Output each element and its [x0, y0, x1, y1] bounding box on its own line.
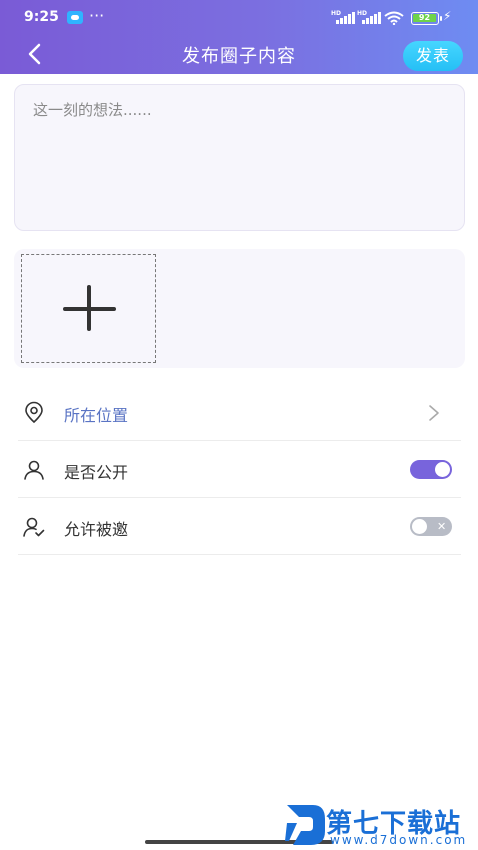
- location-label: 所在位置: [64, 406, 129, 425]
- public-toggle[interactable]: [410, 460, 452, 479]
- plus-icon-vertical: [87, 285, 91, 331]
- public-row: 是否公开: [18, 441, 461, 498]
- watermark: 第七下载站 www.d7down.com: [283, 801, 478, 850]
- add-photo-button[interactable]: [21, 254, 156, 363]
- toggle-knob: [435, 462, 450, 477]
- public-label: 是否公开: [64, 463, 129, 482]
- media-picker: [14, 249, 465, 368]
- wifi-icon: [384, 11, 404, 25]
- nav-bar: 发布圈子内容 发表: [0, 36, 478, 72]
- battery-icon: 92: [411, 12, 442, 25]
- user-check-icon: [23, 517, 45, 537]
- watermark-url: www.d7down.com: [330, 833, 468, 847]
- status-bar: 9:25 ··· HD HD 92 ⚡: [0, 6, 478, 30]
- post-content-box: [14, 84, 465, 231]
- close-icon: ✕: [437, 520, 447, 533]
- more-notifications: ···: [89, 6, 105, 25]
- chevron-right-icon[interactable]: [427, 403, 441, 423]
- status-time: 9:25: [24, 9, 59, 25]
- header-bar: 9:25 ··· HD HD 92 ⚡ 发布圈子内容 发表: [0, 0, 478, 74]
- publish-button[interactable]: 发表: [403, 41, 463, 71]
- invite-label: 允许被邀: [64, 520, 129, 539]
- invite-row: 允许被邀 ✕: [18, 498, 461, 555]
- user-icon: [24, 460, 44, 480]
- post-content-input[interactable]: [15, 85, 464, 230]
- battery-level: 92: [413, 14, 436, 22]
- location-pin-icon: [25, 401, 43, 424]
- invite-toggle[interactable]: ✕: [410, 517, 452, 536]
- location-row[interactable]: 所在位置: [18, 384, 461, 441]
- d7-logo-icon: [285, 805, 325, 845]
- charging-icon: ⚡: [443, 9, 452, 23]
- chat-bubble-icon: [67, 11, 83, 24]
- toggle-knob: [412, 519, 427, 534]
